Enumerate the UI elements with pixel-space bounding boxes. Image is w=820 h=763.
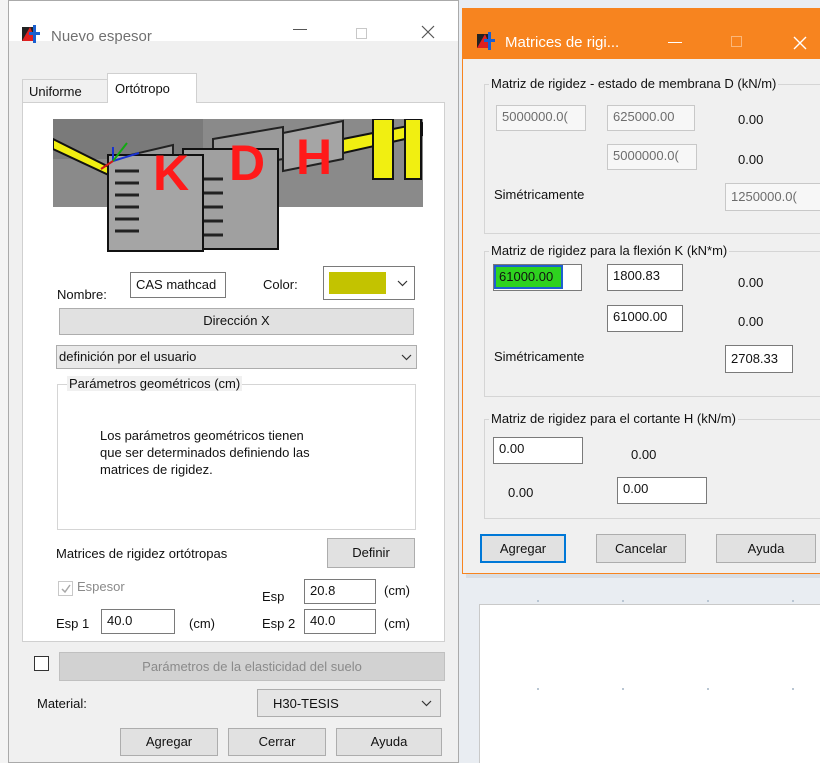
soil-elasticity-checkbox[interactable] xyxy=(34,656,49,671)
title-bar[interactable]: Nuevo espesor xyxy=(9,1,458,45)
agregar-button[interactable]: Agregar xyxy=(120,728,218,756)
esp-label: Esp xyxy=(262,589,285,604)
membrane-d33: 1250000.0( xyxy=(725,183,820,211)
maximize-button[interactable] xyxy=(731,36,742,47)
canvas-dot xyxy=(792,600,794,602)
esp-unit: (cm) xyxy=(384,583,410,598)
esp-input[interactable]: 20.8 xyxy=(304,579,376,604)
flexion-k11-input[interactable]: 61000.00 xyxy=(493,264,582,291)
app-icon xyxy=(22,25,40,43)
cancelar-button[interactable]: Cancelar xyxy=(596,534,686,563)
background-window-edge xyxy=(0,0,8,763)
geometric-info-line-2: que ser determinados definiendo las xyxy=(100,445,310,460)
canvas-dot xyxy=(707,688,709,690)
preview-letter-d: D xyxy=(229,135,266,191)
geometric-info-line-3: matrices de rigidez. xyxy=(100,462,213,477)
cortante-h12: 0.00 xyxy=(631,447,657,462)
esp1-unit: (cm) xyxy=(189,616,215,631)
canvas-dot xyxy=(537,600,539,602)
cortante-group xyxy=(484,419,820,519)
cortante-group-title: Matriz de rigidez para el cortante H (kN… xyxy=(489,411,738,426)
flexion-group-title: Matriz de rigidez para la flexión K (kN*… xyxy=(489,243,730,258)
nuevo-espesor-dialog: Nuevo espesor Uniforme Ortótropo K D H N… xyxy=(8,0,459,763)
flexion-k12-input[interactable]: 1800.83 xyxy=(607,264,683,291)
close-icon[interactable] xyxy=(421,25,435,39)
minimize-button[interactable] xyxy=(668,42,682,43)
ayuda-button[interactable]: Ayuda xyxy=(716,534,816,563)
title-bar[interactable]: Matrices de rigi... xyxy=(463,9,820,59)
esp2-unit: (cm) xyxy=(384,616,410,631)
window-title: Nuevo espesor xyxy=(51,28,152,45)
soil-elasticity-button[interactable]: Parámetros de la elasticidad del suelo xyxy=(59,652,445,681)
cortante-h11-input[interactable]: 0.00 xyxy=(493,437,583,464)
membrane-group-title: Matriz de rigidez - estado de membrana D… xyxy=(489,76,779,91)
matrices-rigidez-dialog: Matrices de rigi... Matriz de rigidez - … xyxy=(462,8,820,574)
tab-uniforme-label: Uniforme xyxy=(29,84,82,99)
color-picker[interactable] xyxy=(323,266,415,300)
tab-ortotropo[interactable]: Ortótropo xyxy=(107,73,197,103)
esp1-label: Esp 1 xyxy=(56,616,90,631)
app-icon xyxy=(477,32,495,50)
definition-select-value: definición por el usuario xyxy=(59,349,197,364)
tab-uniforme[interactable]: Uniforme xyxy=(22,79,108,103)
geometric-info-line-1: Los parámetros geométricos tienen xyxy=(100,428,304,443)
membrane-d13: 0.00 xyxy=(738,112,764,127)
window-title: Matrices de rigi... xyxy=(505,34,620,51)
geometric-parameters-title: Parámetros geométricos (cm) xyxy=(67,376,243,391)
cortante-h21: 0.00 xyxy=(508,485,534,500)
chevron-down-icon xyxy=(397,280,408,287)
definir-button[interactable]: Definir xyxy=(327,538,415,568)
flexion-symmetric-label: Simétricamente xyxy=(494,349,585,364)
chevron-down-icon xyxy=(421,700,432,707)
flexion-k11-value: 61000.00 xyxy=(493,265,564,289)
tab-ortotropo-label: Ortótropo xyxy=(115,81,170,96)
color-label: Color: xyxy=(263,277,298,292)
espesor-label: Espesor xyxy=(77,579,125,594)
cortante-h22-input[interactable]: 0.00 xyxy=(617,477,707,504)
maximize-button[interactable] xyxy=(356,28,367,39)
material-select-value: H30-TESIS xyxy=(273,696,339,711)
membrane-d23: 0.00 xyxy=(738,152,764,167)
canvas-dot xyxy=(792,688,794,690)
flexion-k33-input[interactable]: 2708.33 xyxy=(725,345,793,373)
canvas-dot xyxy=(622,600,624,602)
minimize-button[interactable] xyxy=(293,29,307,30)
checkmark-icon xyxy=(61,584,71,594)
chevron-down-icon xyxy=(401,354,412,361)
material-select[interactable]: H30-TESIS xyxy=(257,689,441,717)
canvas-dot xyxy=(622,688,624,690)
espesor-checkbox[interactable] xyxy=(58,581,73,596)
flexion-k23: 0.00 xyxy=(738,314,764,329)
preview-letter-k: K xyxy=(153,145,190,201)
esp2-input[interactable]: 40.0 xyxy=(304,609,376,634)
nombre-label: Nombre: xyxy=(57,287,107,302)
membrane-d11: 5000000.0( xyxy=(496,105,586,131)
material-label: Material: xyxy=(37,696,87,711)
orthotropic-matrices-label: Matrices de rigidez ortótropas xyxy=(56,546,228,561)
color-swatch xyxy=(329,272,386,294)
ayuda-button[interactable]: Ayuda xyxy=(336,728,442,756)
agregar-button[interactable]: Agregar xyxy=(480,534,566,563)
definition-select[interactable]: definición por el usuario xyxy=(56,345,417,369)
nombre-input[interactable]: CAS mathcad xyxy=(130,272,226,298)
canvas-dot xyxy=(707,600,709,602)
preview-letter-h: H xyxy=(296,129,333,185)
esp1-input[interactable]: 40.0 xyxy=(101,609,175,634)
membrane-d22: 5000000.0( xyxy=(607,144,697,170)
canvas-dot xyxy=(537,688,539,690)
cerrar-button[interactable]: Cerrar xyxy=(228,728,326,756)
flexion-k13: 0.00 xyxy=(738,275,764,290)
background-canvas[interactable] xyxy=(479,604,820,763)
esp2-label: Esp 2 xyxy=(262,616,296,631)
membrane-symmetric-label: Simétricamente xyxy=(494,187,585,202)
direccion-x-button[interactable]: Dirección X xyxy=(59,308,414,335)
flexion-k22-input[interactable]: 61000.00 xyxy=(607,305,683,332)
membrane-d12: 625000.00 xyxy=(607,105,695,131)
close-icon[interactable] xyxy=(793,36,807,50)
